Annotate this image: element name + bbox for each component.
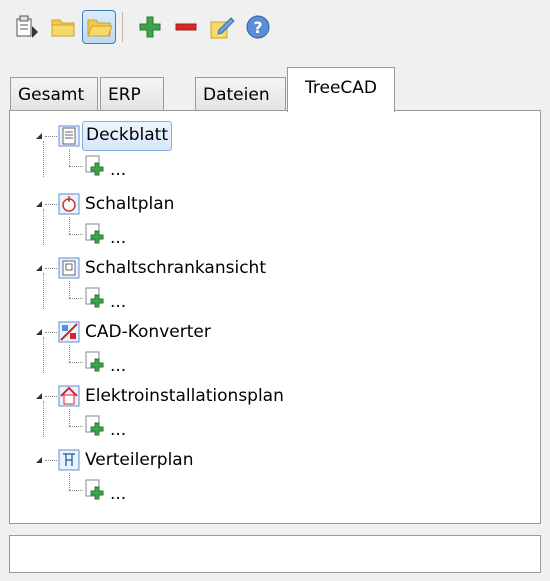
tab-erp[interactable]: ERP — [100, 77, 164, 111]
expand-arrow-icon[interactable] — [36, 393, 42, 399]
distribution-plan-icon — [58, 449, 80, 471]
folder-button[interactable] — [46, 10, 80, 44]
tab-dateien[interactable]: Dateien — [195, 77, 286, 111]
remove-button[interactable] — [169, 10, 203, 44]
tab-treecad[interactable]: TreeCAD — [287, 67, 395, 112]
properties-icon — [16, 15, 38, 38]
expand-arrow-icon[interactable] — [36, 329, 42, 335]
edit-icon — [210, 17, 235, 39]
folder-open-icon — [87, 19, 112, 37]
expand-arrow-icon[interactable] — [36, 265, 42, 271]
edit-button[interactable] — [205, 10, 239, 44]
tree-node-label[interactable]: Verteilerplan — [82, 447, 196, 473]
add-item-icon[interactable] — [84, 155, 106, 177]
tree-node-label[interactable]: Schaltplan — [82, 191, 177, 217]
cad-converter-icon — [58, 321, 80, 343]
tree-node-label[interactable]: CAD-Konverter — [82, 319, 214, 345]
schematic-icon — [58, 193, 80, 215]
tree-view[interactable]: Deckblatt ... Schaltplan ... Schaltschra… — [9, 110, 541, 524]
add-item-icon[interactable] — [84, 415, 106, 437]
toolbar: ? — [0, 0, 550, 58]
add-item-icon[interactable] — [84, 223, 106, 245]
installation-plan-icon — [58, 385, 80, 407]
svg-text:?: ? — [253, 18, 262, 37]
help-button[interactable]: ? — [241, 10, 275, 44]
add-item-icon[interactable] — [84, 287, 106, 309]
cover-page-icon — [58, 125, 80, 147]
child-placeholder: ... — [110, 484, 127, 504]
cabinet-view-icon — [58, 257, 80, 279]
add-button[interactable] — [133, 10, 167, 44]
tree-node-label[interactable]: Elektroinstallationsplan — [82, 383, 287, 409]
properties-button[interactable] — [10, 10, 44, 44]
child-placeholder: ... — [110, 160, 127, 180]
add-item-icon[interactable] — [84, 351, 106, 373]
help-icon: ? — [246, 15, 270, 39]
tab-gesamt[interactable]: Gesamt — [10, 77, 98, 111]
child-placeholder: ... — [110, 356, 127, 376]
remove-icon — [175, 23, 197, 31]
folder-open-button[interactable] — [82, 10, 116, 44]
status-field[interactable] — [9, 535, 541, 573]
add-item-icon[interactable] — [84, 479, 106, 501]
add-icon — [139, 16, 161, 38]
child-placeholder: ... — [110, 420, 127, 440]
tree-node-label[interactable]: Schaltschrankansicht — [82, 255, 269, 281]
folder-icon — [51, 19, 75, 37]
expand-arrow-icon[interactable] — [36, 133, 42, 139]
expand-arrow-icon[interactable] — [36, 201, 42, 207]
tree-node-label[interactable]: Deckblatt — [82, 121, 173, 151]
child-placeholder: ... — [110, 292, 127, 312]
toolbar-separator — [122, 12, 123, 42]
child-placeholder: ... — [110, 228, 127, 248]
expand-arrow-icon[interactable] — [36, 457, 42, 463]
